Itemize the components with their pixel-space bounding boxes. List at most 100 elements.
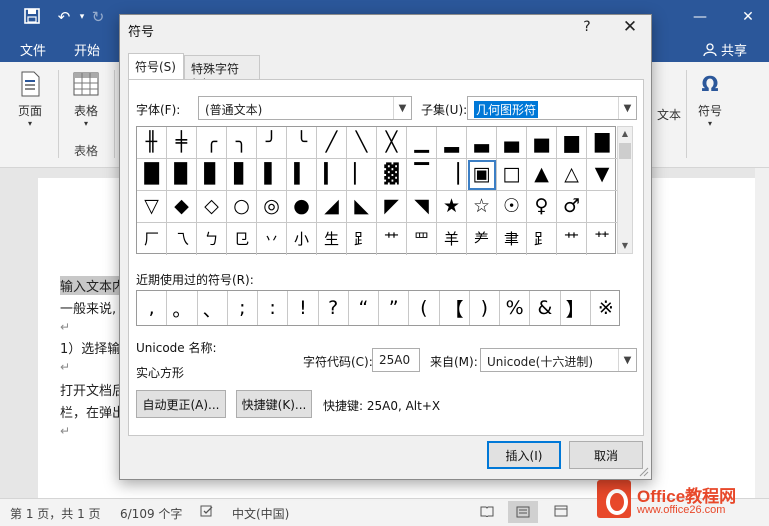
symbol-cell[interactable]: ▼ bbox=[587, 159, 617, 191]
document-scrollbar[interactable] bbox=[755, 168, 769, 498]
scroll-down-icon[interactable]: ▼ bbox=[618, 239, 632, 253]
symbol-cell[interactable]: 𧾷 bbox=[527, 223, 557, 255]
symbol-cell[interactable]: ▅ bbox=[527, 127, 557, 159]
window-close-icon[interactable]: ✕ bbox=[738, 8, 758, 26]
recent-symbol-cell[interactable]: ( bbox=[409, 291, 440, 325]
symbol-cell[interactable]: ╱ bbox=[317, 127, 347, 159]
insert-button[interactable]: 插入(I) bbox=[487, 441, 561, 469]
symbol-cell[interactable]: ▕ bbox=[437, 159, 467, 191]
symbol-cell[interactable]: ╯ bbox=[257, 127, 287, 159]
undo-icon[interactable]: ↶ bbox=[54, 8, 74, 26]
cancel-button[interactable]: 取消 bbox=[569, 441, 643, 469]
recent-symbol-cell[interactable]: ? bbox=[319, 291, 349, 325]
doc-line[interactable]: 打开文档后 bbox=[60, 380, 125, 399]
close-icon[interactable]: ✕ bbox=[620, 17, 640, 37]
recent-symbol-cell[interactable]: 【 bbox=[440, 291, 470, 325]
recent-symbol-cell[interactable]: 。 bbox=[167, 291, 198, 325]
symbol-cell[interactable]: ▲ bbox=[527, 159, 557, 191]
save-icon[interactable] bbox=[22, 8, 42, 26]
symbol-cell[interactable]: ⺶ bbox=[467, 223, 497, 255]
subset-select[interactable]: 几何图形符 ▼ bbox=[467, 96, 637, 120]
symbol-cell[interactable]: ╫ bbox=[137, 127, 167, 159]
recent-symbol-cell[interactable]: ) bbox=[470, 291, 500, 325]
symbol-cell[interactable] bbox=[587, 191, 617, 223]
recent-symbol-cell[interactable]: ※ bbox=[591, 291, 621, 325]
recent-symbol-cell[interactable]: ! bbox=[288, 291, 319, 325]
symbol-cell[interactable]: 羊 bbox=[437, 223, 467, 255]
text-button[interactable]: 文本 bbox=[654, 106, 684, 123]
doc-line[interactable]: 输入文本内 bbox=[60, 276, 126, 295]
recent-symbol-cell[interactable]: : bbox=[258, 291, 289, 325]
symbol-cell[interactable]: 小 bbox=[287, 223, 317, 255]
symbol-cell[interactable]: 艹 bbox=[377, 223, 407, 255]
share-button[interactable]: 共享 bbox=[703, 40, 747, 59]
resize-grip-icon[interactable] bbox=[639, 467, 649, 477]
symbol-cell[interactable]: ◎ bbox=[257, 191, 287, 223]
symbol-cell[interactable]: ◢ bbox=[317, 191, 347, 223]
symbol-cell[interactable]: ◇ bbox=[197, 191, 227, 223]
symbol-cell[interactable]: ⺿ bbox=[587, 223, 617, 255]
symbol-cell[interactable]: ╲ bbox=[347, 127, 377, 159]
symbol-cell[interactable]: ◆ bbox=[167, 191, 197, 223]
symbol-cell[interactable]: █ bbox=[137, 159, 167, 191]
font-select[interactable]: (普通文本) ▼ bbox=[198, 96, 412, 120]
symbol-cell[interactable]: ▂ bbox=[437, 127, 467, 159]
doc-line[interactable]: 栏，在弹出 bbox=[60, 402, 125, 421]
print-layout-icon[interactable] bbox=[508, 501, 538, 523]
minimize-icon[interactable]: — bbox=[690, 8, 710, 26]
recent-symbol-cell[interactable]: ; bbox=[228, 291, 258, 325]
symbol-cell[interactable]: ⺾ bbox=[557, 223, 587, 255]
recent-symbol-cell[interactable]: , bbox=[137, 291, 168, 325]
symbol-cell[interactable]: ◥ bbox=[407, 191, 437, 223]
symbol-cell[interactable]: ▆ bbox=[557, 127, 587, 159]
symbol-cell[interactable]: ▋ bbox=[227, 159, 257, 191]
character-code-input[interactable]: 25A0 bbox=[372, 348, 420, 372]
tab-file[interactable]: 文件 bbox=[20, 40, 46, 59]
symbol-cell[interactable]: ▎ bbox=[317, 159, 347, 191]
recent-symbol-cell[interactable]: 】 bbox=[561, 291, 591, 325]
scroll-up-icon[interactable]: ▲ bbox=[618, 127, 632, 141]
symbol-cell[interactable]: ♂ bbox=[557, 191, 587, 223]
symbol-cell[interactable]: ╮ bbox=[227, 127, 257, 159]
symbol-cell[interactable]: ╭ bbox=[197, 127, 227, 159]
status-word-count[interactable]: 6/109 个字 bbox=[120, 505, 182, 522]
redo-icon[interactable]: ↻ bbox=[88, 8, 108, 26]
recent-symbol-cell[interactable]: “ bbox=[349, 291, 379, 325]
symbol-cell[interactable]: 厂 bbox=[137, 223, 167, 255]
symbol-cell[interactable]: ▁ bbox=[407, 127, 437, 159]
symbol-cell[interactable]: ▽ bbox=[137, 191, 167, 223]
tab-home[interactable]: 开始 bbox=[74, 40, 100, 59]
page-button[interactable]: 页面 ▾ bbox=[10, 70, 50, 128]
symbol-cell[interactable]: ▇ bbox=[587, 127, 617, 159]
web-layout-icon[interactable] bbox=[554, 505, 568, 520]
symbol-cell-selected[interactable]: ▣ bbox=[467, 159, 497, 191]
symbol-cell[interactable]: 㔾 bbox=[227, 223, 257, 255]
symbol-cell[interactable]: ▔ bbox=[407, 159, 437, 191]
recent-symbol-cell[interactable]: % bbox=[500, 291, 531, 325]
recent-symbols[interactable]: ,。、;:!? “”(【)% &】 ※ bbox=[136, 290, 620, 326]
symbol-cell[interactable]: ▓ bbox=[377, 159, 407, 191]
symbol-cell[interactable]: ▍ bbox=[287, 159, 317, 191]
doc-line[interactable]: 一般来说, bbox=[60, 298, 116, 317]
symbol-cell[interactable]: ▉ bbox=[167, 159, 197, 191]
symbol-cell[interactable]: ▄ bbox=[497, 127, 527, 159]
symbol-cell[interactable]: 丷 bbox=[257, 223, 287, 255]
symbol-cell[interactable]: ㄅ bbox=[197, 223, 227, 255]
symbol-cell[interactable]: ◤ bbox=[377, 191, 407, 223]
recent-symbol-cell[interactable]: 、 bbox=[198, 291, 228, 325]
symbol-button[interactable]: Ω 符号 ▾ bbox=[690, 70, 730, 128]
autocorrect-button[interactable]: 自动更正(A)... bbox=[136, 390, 226, 418]
symbol-cell[interactable]: 聿 bbox=[497, 223, 527, 255]
symbol-cell[interactable]: ◣ bbox=[347, 191, 377, 223]
symbol-cell[interactable]: 乁 bbox=[167, 223, 197, 255]
status-page[interactable]: 第 1 页，共 1 页 bbox=[10, 505, 101, 522]
symbol-cell[interactable]: ● bbox=[287, 191, 317, 223]
symbol-grid[interactable]: ╫ ╪ ╭ ╮ ╯ ╰ ╱ ╲ ╳ ▁ ▂ ▃ ▄ ▅ ▆ ▇ █ ▉ ▊ ▋ ▌ ▍ ▎ ▏ ▓ ▔ ▕ ▣ □ ▲ △ ▼ ▽ ◆ ◇ ○ ◎ ● ◢ ◣… bbox=[136, 126, 617, 255]
table-button[interactable]: 表格 ▾ bbox=[64, 70, 108, 128]
symbol-cell[interactable]: ▌ bbox=[257, 159, 287, 191]
symbol-cell[interactable]: ▏ bbox=[347, 159, 377, 191]
from-select[interactable]: Unicode(十六进制) ▼ bbox=[480, 348, 637, 372]
shortcut-key-button[interactable]: 快捷键(K)... bbox=[236, 390, 312, 418]
status-language[interactable]: 中文(中国) bbox=[232, 505, 289, 522]
symbol-cell[interactable]: ○ bbox=[227, 191, 257, 223]
